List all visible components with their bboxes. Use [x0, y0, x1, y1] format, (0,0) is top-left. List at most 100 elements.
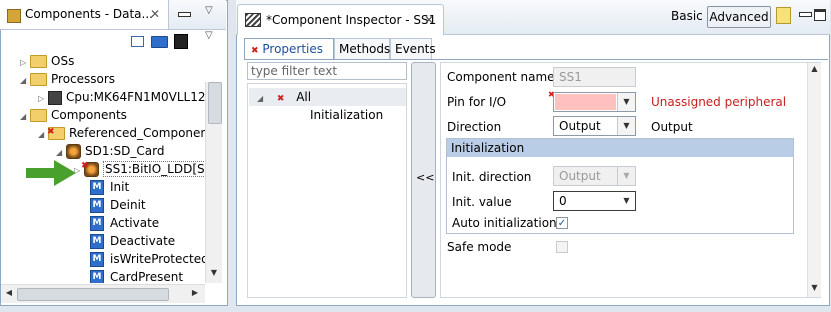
- collapse-icon[interactable]: ◢: [257, 90, 267, 108]
- initialization-group-title: Initialization: [447, 139, 793, 157]
- method-icon: M: [90, 252, 104, 267]
- scroll-thumb[interactable]: [208, 82, 222, 124]
- tree-item-label: SD1:SD_Card: [85, 144, 165, 158]
- tab-methods-label: Methods: [339, 42, 391, 56]
- init-value-value: 0: [559, 194, 567, 208]
- tree-item-label: Processors: [51, 72, 116, 86]
- tree-item-label: OSs: [51, 54, 75, 68]
- filter-input[interactable]: type filter text: [247, 62, 407, 80]
- component-name-field: SS1: [553, 67, 636, 87]
- collapse-all-icon[interactable]: [131, 36, 144, 47]
- tree-horizontal-scrollbar[interactable]: ◀ ▶: [1, 284, 205, 303]
- close-icon[interactable]: ✕: [424, 13, 434, 27]
- method-icon: M: [90, 180, 104, 195]
- folder-icon: [30, 109, 47, 122]
- tab-events-label: Events: [395, 42, 436, 56]
- auto-initialization-checkbox[interactable]: ✓: [556, 217, 568, 229]
- tab-properties-label: Properties: [262, 42, 324, 56]
- component-error-icon: ✖: [81, 161, 99, 177]
- tree-item-label: Deinit: [110, 198, 146, 212]
- scroll-right-icon[interactable]: ▶: [189, 288, 201, 297]
- subtab-divider: [244, 59, 828, 60]
- tab-properties[interactable]: ✖ Properties: [244, 38, 334, 60]
- note-icon[interactable]: [776, 7, 791, 24]
- print-icon[interactable]: [174, 34, 188, 49]
- inspector-tab-title: *Component Inspector - SS1: [266, 13, 437, 27]
- pin-error-text: Unassigned peripheral: [651, 95, 787, 109]
- safe-mode-label: Safe mode: [447, 240, 512, 254]
- tree-item-method-deinit[interactable]: M Deinit: [90, 196, 146, 214]
- error-icon: ✖: [47, 127, 55, 137]
- tree-item-referenced-components[interactable]: ◢ ✖ Referenced_Components: [38, 124, 205, 142]
- folder-open-icon[interactable]: [151, 36, 168, 48]
- folder-icon: [30, 73, 47, 86]
- chevron-down-icon: ▼: [617, 167, 635, 185]
- auto-initialization-label: Auto initialization: [452, 216, 557, 230]
- method-icon: M: [90, 216, 104, 231]
- tree-item-label: Components: [51, 108, 127, 122]
- components-view-title: Components - Data...: [25, 7, 153, 21]
- cpu-chip-icon: [48, 90, 62, 105]
- advanced-toggle[interactable]: Advanced: [707, 6, 771, 28]
- chevron-down-icon[interactable]: ▼: [618, 192, 635, 210]
- scroll-thumb[interactable]: [17, 288, 169, 301]
- property-grid-scrollbar[interactable]: ▲ ▼: [807, 63, 821, 297]
- inspector-icon: [245, 13, 261, 27]
- close-icon[interactable]: ✕: [150, 7, 160, 21]
- tree-vertical-scrollbar[interactable]: ▲ ▼: [205, 82, 222, 283]
- component-name-label: Component name: [447, 70, 555, 84]
- tree-item-ss1[interactable]: ▷✖SS1:BitIO_LDD[SD_: [74, 160, 205, 178]
- tree-item-processors[interactable]: ◢ Processors: [20, 70, 115, 88]
- init-value-select[interactable]: 0 ▼: [553, 191, 636, 211]
- components-view-icon: [7, 9, 21, 23]
- tree-item-components[interactable]: ◢ Components: [20, 106, 127, 124]
- chevron-down-icon[interactable]: ▽: [205, 5, 213, 16]
- scroll-down-icon[interactable]: ▼: [206, 268, 222, 282]
- safe-mode-checkbox: [556, 241, 568, 253]
- pin-for-io-label: Pin for I/O: [447, 95, 507, 109]
- scroll-down-icon[interactable]: ▼: [808, 283, 821, 292]
- tree-item-sd1[interactable]: ◢ SD1:SD_Card: [56, 142, 164, 160]
- tree-item-cpu[interactable]: ▷ Cpu:MK64FN1M0VLL12: [38, 88, 205, 106]
- tree-item-all[interactable]: ◢ ✖ All: [249, 88, 406, 106]
- chevron-down-icon[interactable]: ▼: [617, 93, 635, 111]
- error-icon: ✖: [251, 46, 259, 56]
- minimize-icon[interactable]: [799, 12, 812, 17]
- tree-item-method-init[interactable]: M Init: [90, 178, 129, 196]
- tree-item-label: SS1:BitIO_LDD[SD_: [103, 161, 205, 177]
- tab-methods[interactable]: Methods: [334, 38, 390, 60]
- collapse-icon[interactable]: ◢: [20, 72, 30, 90]
- tree-item-method-iswriteprotected[interactable]: MisWriteProtected: [90, 250, 205, 268]
- maximize-icon[interactable]: [814, 9, 826, 21]
- chevron-down-icon[interactable]: ▼: [617, 117, 635, 135]
- inspector-subtabs: ✖ Properties Methods Events: [244, 38, 436, 60]
- init-direction-select: Output ▼: [553, 166, 636, 186]
- collapse-icon[interactable]: ◢: [20, 108, 30, 126]
- chevron-down-icon[interactable]: ▽: [205, 30, 213, 41]
- minimize-icon[interactable]: [178, 12, 191, 17]
- collapse-filter-label: <<: [416, 171, 435, 184]
- pin-for-io-select[interactable]: ▼: [553, 92, 636, 112]
- direction-value: Output: [559, 119, 601, 133]
- error-icon: ✖: [81, 161, 89, 171]
- direction-label: Direction: [447, 120, 502, 134]
- components-view-tab[interactable]: Components - Data... ✕: [0, 0, 169, 29]
- scroll-up-icon[interactable]: ▲: [808, 64, 821, 73]
- green-arrow-icon: [26, 160, 76, 186]
- tree-item-oss[interactable]: ▷ OSs: [20, 52, 74, 70]
- basic-toggle[interactable]: Basic: [671, 9, 703, 23]
- inspector-tab[interactable]: *Component Inspector - SS1 ✕: [237, 4, 444, 35]
- tree-item-method-deactivate[interactable]: M Deactivate: [90, 232, 175, 250]
- tree-toolbar: ▽: [0, 30, 226, 52]
- tree-item-initialization[interactable]: Initialization: [310, 106, 383, 124]
- method-icon: M: [90, 270, 104, 283]
- tree-item-label: CardPresent: [110, 270, 184, 283]
- scroll-left-icon[interactable]: ◀: [3, 288, 15, 297]
- method-icon: M: [90, 198, 104, 213]
- tree-item-method-cardpresent[interactable]: M CardPresent: [90, 268, 183, 283]
- direction-select[interactable]: Output ▼: [553, 116, 636, 136]
- tab-events[interactable]: Events: [390, 38, 436, 60]
- tree-item-method-activate[interactable]: M Activate: [90, 214, 159, 232]
- collapse-filter-button[interactable]: <<: [411, 62, 436, 298]
- tree-item-label: Activate: [110, 216, 160, 230]
